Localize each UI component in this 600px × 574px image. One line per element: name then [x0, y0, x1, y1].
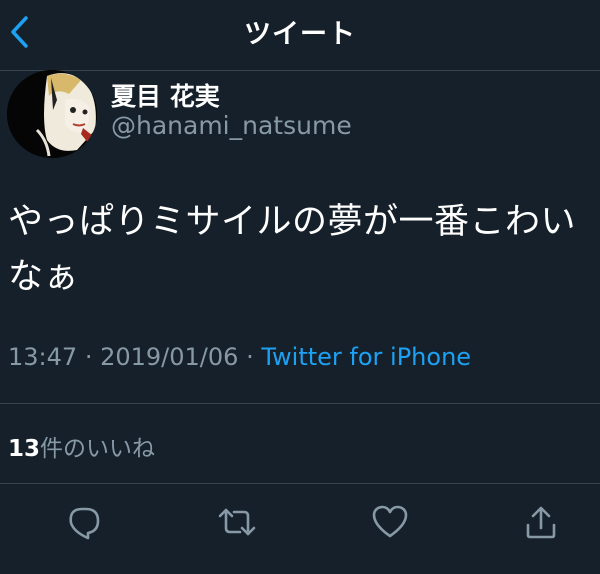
heart-icon [372, 505, 408, 538]
page-title: ツイート [244, 19, 356, 50]
retweet-button[interactable] [215, 500, 259, 544]
likes-label: 件のいいね [40, 436, 156, 462]
source-link[interactable]: Twitter for iPhone [261, 343, 471, 371]
divider [0, 403, 600, 404]
avatar[interactable] [7, 70, 97, 158]
tweet-text: やっぱりミサイルの夢が一番こわいなぁ [8, 202, 577, 297]
reply-icon [69, 507, 100, 540]
display-name[interactable]: 夏目 花実 [111, 77, 220, 113]
tweet-meta: 13:47 · 2019/01/06 · Twitter for iPhone [8, 343, 471, 371]
likes-count: 13 [8, 436, 41, 462]
like-button[interactable] [368, 500, 412, 544]
meta-separator: · [246, 343, 254, 371]
share-button[interactable] [519, 500, 563, 544]
tweet-time: 13:47 [8, 343, 78, 371]
tweet-date: 2019/01/06 [100, 343, 239, 371]
user-handle[interactable]: @hanami_natsume [111, 111, 352, 140]
retweet-icon [218, 508, 256, 536]
share-icon [526, 506, 556, 539]
likes-summary[interactable]: 13件のいいね [8, 429, 155, 463]
header-bar: ツイート [0, 0, 600, 71]
reply-button[interactable] [62, 500, 106, 544]
meta-separator: · [84, 343, 93, 371]
divider [0, 483, 600, 484]
